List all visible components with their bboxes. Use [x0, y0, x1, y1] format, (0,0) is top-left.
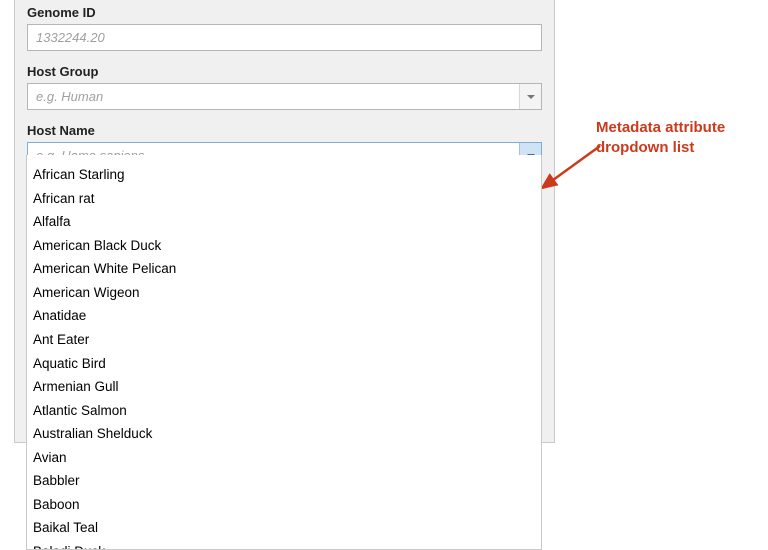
- host-group-label: Host Group: [27, 64, 542, 79]
- dropdown-item[interactable]: Baikal Teal: [27, 516, 541, 540]
- genome-id-group: Genome ID: [15, 0, 554, 59]
- dropdown-item[interactable]: American Wigeon: [27, 281, 541, 305]
- dropdown-item[interactable]: African Starling: [27, 163, 541, 187]
- chevron-down-icon: [527, 95, 535, 99]
- dropdown-item[interactable]: American White Pelican: [27, 257, 541, 281]
- dropdown-item[interactable]: Aquatic Bird: [27, 352, 541, 376]
- dropdown-item[interactable]: Alfalfa: [27, 210, 541, 234]
- dropdown-item[interactable]: American Black Duck: [27, 234, 541, 258]
- host-group-combo: [27, 83, 542, 110]
- host-name-dropdown[interactable]: African StarlingAfrican ratAlfalfaAmeric…: [26, 155, 542, 550]
- host-group-trigger[interactable]: [519, 84, 541, 109]
- dropdown-item[interactable]: Australian Shelduck: [27, 422, 541, 446]
- host-group-input[interactable]: [27, 83, 542, 110]
- dropdown-item[interactable]: Anatidae: [27, 304, 541, 328]
- dropdown-item[interactable]: Baboon: [27, 493, 541, 517]
- dropdown-item[interactable]: Armenian Gull: [27, 375, 541, 399]
- genome-id-input[interactable]: [27, 24, 542, 51]
- host-group-group: Host Group: [15, 59, 554, 118]
- annotation-line2: dropdown list: [596, 139, 694, 156]
- annotation-line1: Metadata attribute: [596, 119, 725, 136]
- dropdown-item[interactable]: Babbler: [27, 469, 541, 493]
- dropdown-item[interactable]: African rat: [27, 187, 541, 211]
- genome-id-label: Genome ID: [27, 5, 542, 20]
- dropdown-item[interactable]: Avian: [27, 446, 541, 470]
- annotation-text: Metadata attribute dropdown list: [596, 118, 725, 157]
- host-name-label: Host Name: [27, 123, 542, 138]
- dropdown-item[interactable]: Atlantic Salmon: [27, 399, 541, 423]
- dropdown-item[interactable]: Ant Eater: [27, 328, 541, 352]
